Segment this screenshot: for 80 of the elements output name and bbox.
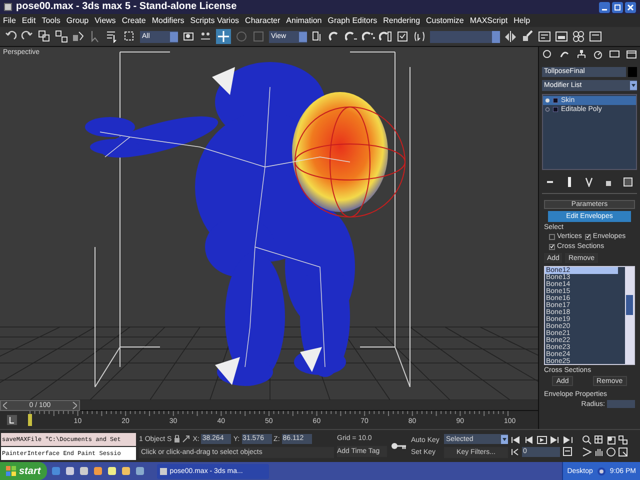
utilities-tab-icon[interactable] xyxy=(626,49,637,60)
checkmark-icon xyxy=(586,234,590,239)
tray-icon[interactable] xyxy=(596,466,606,476)
menu-item[interactable]: Group xyxy=(66,16,89,24)
align-icon[interactable] xyxy=(521,30,534,43)
zoom-all-icon[interactable] xyxy=(594,435,604,445)
maximize-viewport-icon[interactable] xyxy=(618,447,628,457)
start-button[interactable]: start xyxy=(0,462,47,480)
percent-snap-magnet-icon[interactable] xyxy=(362,30,375,43)
motion-tab-icon[interactable] xyxy=(592,49,604,60)
menu-item[interactable]: File xyxy=(3,16,16,24)
key-mode-icon[interactable] xyxy=(7,415,17,425)
menu-item[interactable]: Help xyxy=(514,16,530,24)
select-object-icon[interactable] xyxy=(182,30,195,43)
checkbox[interactable] xyxy=(549,234,555,240)
go-to-start-icon[interactable] xyxy=(511,436,521,444)
zoom-extents-icon[interactable] xyxy=(606,435,616,445)
app-icon[interactable] xyxy=(78,466,89,476)
menu-item[interactable]: Edit xyxy=(22,16,36,24)
windows-flag-icon xyxy=(6,466,16,476)
menu-item[interactable]: Modifiers xyxy=(152,16,184,24)
zoom-icon[interactable] xyxy=(582,435,592,445)
hierarchy-tab-icon[interactable] xyxy=(576,49,587,60)
menu-item[interactable]: Character xyxy=(245,16,280,24)
key-icon[interactable] xyxy=(391,442,407,450)
window-title: pose00.max - 3ds max 5 - Stand-alone License xyxy=(16,2,237,12)
material-editor-icon[interactable] xyxy=(572,30,585,43)
link-squares-icon[interactable] xyxy=(38,30,51,43)
configure-sets-icon[interactable] xyxy=(623,177,633,187)
play-icon[interactable] xyxy=(537,436,547,444)
create-tab-icon[interactable] xyxy=(542,49,553,60)
schematic-icon[interactable] xyxy=(555,30,568,43)
dropdown-arrow-icon[interactable] xyxy=(630,81,637,90)
checkbox[interactable] xyxy=(584,234,591,240)
menu-item[interactable]: Rendering xyxy=(383,16,420,24)
restore-button[interactable] xyxy=(612,2,623,12)
menu-item[interactable]: Create xyxy=(122,16,146,24)
key-mode-toggle-icon[interactable] xyxy=(511,448,519,456)
select-by-name-icon[interactable] xyxy=(106,30,119,43)
radius-field[interactable] xyxy=(607,400,635,408)
arc-rotate-icon[interactable] xyxy=(606,447,616,457)
spinner-snap-magnet-icon[interactable] xyxy=(379,30,392,43)
menu-item[interactable]: Views xyxy=(94,16,116,24)
unlink-squares-icon[interactable] xyxy=(55,30,68,43)
region-select-icon[interactable] xyxy=(123,30,136,43)
next-frame-icon[interactable] xyxy=(550,436,560,444)
go-to-end-icon[interactable] xyxy=(563,436,573,444)
previous-frame-icon[interactable] xyxy=(524,436,534,444)
object-color-swatch[interactable] xyxy=(628,67,637,77)
field-of-view-icon[interactable] xyxy=(582,447,592,457)
mirror-icon[interactable] xyxy=(504,30,517,43)
modify-tab-icon[interactable] xyxy=(558,49,570,60)
app-icon xyxy=(160,468,167,474)
minimize-button[interactable] xyxy=(599,2,610,12)
menu-item[interactable]: MAXScript xyxy=(470,16,508,24)
checkmark-icon xyxy=(550,244,554,249)
move-icon[interactable] xyxy=(216,29,231,44)
dropdown-arrow-icon[interactable] xyxy=(501,434,508,444)
render-icon[interactable] xyxy=(589,30,602,43)
lock-icon[interactable] xyxy=(174,435,180,443)
menu-item[interactable]: Scripts Varios xyxy=(190,16,240,24)
display-tab-icon[interactable] xyxy=(609,49,620,60)
track-view-icon[interactable] xyxy=(538,30,551,43)
close-button[interactable] xyxy=(625,2,636,12)
menu-item[interactable]: Graph Editors xyxy=(328,16,378,24)
named-selection-dropdown[interactable] xyxy=(430,30,500,42)
named-selection-icon[interactable] xyxy=(396,30,409,43)
scrollbar-thumb[interactable] xyxy=(626,295,633,315)
menu-item[interactable]: Animation xyxy=(286,16,322,24)
selection-lock-icon[interactable] xyxy=(413,30,426,43)
transform-type-in-icon[interactable] xyxy=(182,435,191,443)
app-icon xyxy=(4,3,12,11)
make-unique-icon[interactable] xyxy=(584,177,594,187)
time-configuration-icon[interactable] xyxy=(563,447,572,456)
angle-snap-magnet-icon[interactable] xyxy=(345,30,358,43)
time-marker xyxy=(28,414,32,426)
checkbox[interactable] xyxy=(549,244,555,250)
zoom-extents-all-icon[interactable] xyxy=(618,435,628,445)
menu-item[interactable]: Customize xyxy=(426,16,464,24)
menu-item[interactable]: Tools xyxy=(42,16,60,24)
